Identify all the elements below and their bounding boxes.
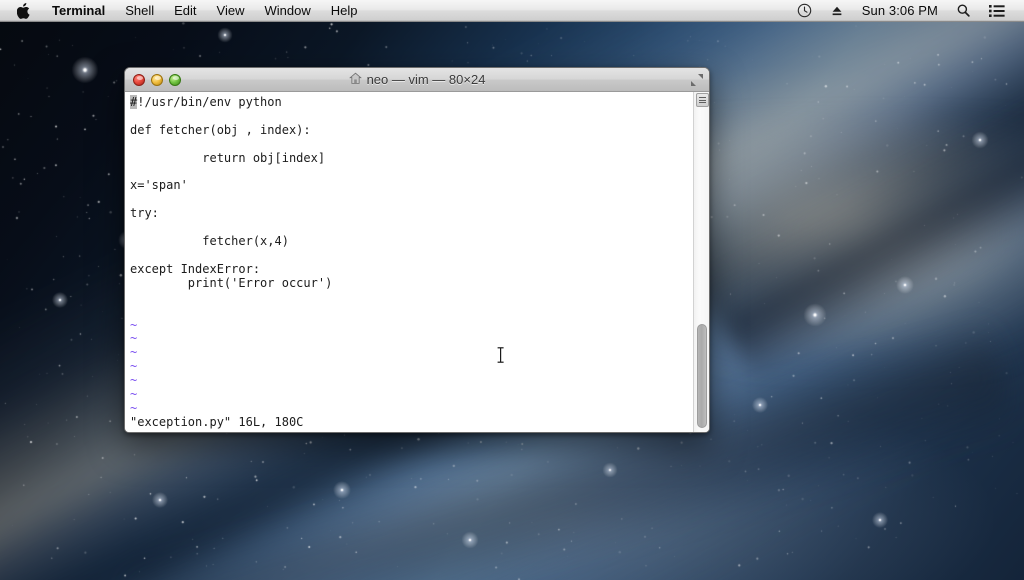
menu-help[interactable]: Help	[321, 0, 368, 21]
zoom-button[interactable]	[169, 73, 181, 86]
mouse-ibeam-cursor	[496, 346, 505, 369]
menu-bar: Terminal Shell Edit View Window Help Sun…	[0, 0, 1024, 22]
editor-line: print('Error occur')	[130, 275, 333, 290]
editor-line: x='span'	[130, 178, 188, 193]
list-icon[interactable]	[980, 0, 1014, 21]
close-button[interactable]	[133, 73, 145, 86]
menu-edit[interactable]: Edit	[164, 0, 206, 21]
menu-bar-status-area: Sun 3:06 PM	[788, 0, 1024, 21]
resize-fullscreen-icon[interactable]	[690, 73, 704, 92]
vim-empty-line-marker: ~	[130, 400, 138, 415]
menu-bar-left: Terminal Shell Edit View Window Help	[0, 0, 368, 21]
search-icon[interactable]	[947, 0, 980, 21]
terminal-window[interactable]: neo — vim — 80×24 #!/usr/bin/env python …	[124, 67, 710, 433]
eject-icon[interactable]	[821, 0, 853, 21]
window-title-group: neo — vim — 80×24	[125, 68, 709, 91]
text-cursor: #	[130, 95, 138, 109]
clock-text[interactable]: Sun 3:06 PM	[853, 0, 947, 21]
editor-line: try:	[130, 206, 159, 221]
editor-line: def fetcher(obj , index):	[130, 122, 311, 137]
minimize-button[interactable]	[151, 73, 163, 86]
vim-editor-text[interactable]: #!/usr/bin/env python def fetcher(obj , …	[130, 95, 687, 430]
clock-icon[interactable]	[788, 0, 821, 21]
split-pane-icon[interactable]	[696, 93, 709, 107]
scrollbar-thumb[interactable]	[697, 324, 707, 428]
terminal-content-area[interactable]: #!/usr/bin/env python def fetcher(obj , …	[125, 92, 709, 432]
window-title-text: neo — vim — 80×24	[366, 72, 486, 87]
vim-empty-line-marker: ~	[130, 373, 138, 388]
editor-line: fetcher(x,4)	[130, 234, 289, 249]
galaxy-core	[690, 120, 1024, 370]
editor-line: return obj[index]	[130, 150, 326, 165]
vim-status-line: "exception.py" 16L, 180C	[130, 414, 304, 429]
vim-empty-line-marker: ~	[130, 331, 138, 346]
vim-empty-line-marker: ~	[130, 359, 138, 374]
vim-empty-line-marker: ~	[130, 387, 138, 402]
editor-line: except IndexError:	[130, 261, 261, 276]
window-controls	[125, 73, 181, 86]
menu-window[interactable]: Window	[255, 0, 321, 21]
editor-line: #!/usr/bin/env python	[130, 95, 282, 109]
window-title-bar[interactable]: neo — vim — 80×24	[125, 68, 709, 92]
apple-logo-icon[interactable]	[8, 0, 42, 21]
galaxy-dust-lane-upper	[697, 73, 1024, 387]
menu-terminal[interactable]: Terminal	[42, 0, 115, 21]
vim-empty-line-marker: ~	[130, 345, 138, 360]
menu-view[interactable]: View	[207, 0, 255, 21]
home-icon	[348, 72, 362, 88]
menu-shell[interactable]: Shell	[115, 0, 164, 21]
vim-empty-line-marker: ~	[130, 317, 138, 332]
scrollbar[interactable]	[693, 92, 709, 432]
